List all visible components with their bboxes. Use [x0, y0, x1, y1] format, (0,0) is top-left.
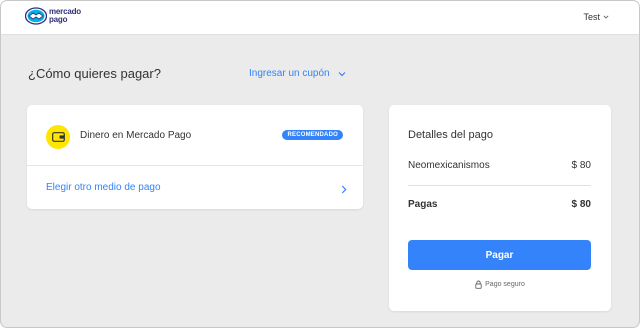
coupon-link[interactable]: Ingresar un cupón	[249, 68, 346, 79]
wallet-icon	[51, 132, 65, 142]
secure-payment-label: Pago seguro	[485, 281, 525, 288]
logo-wordmark: mercado pago	[49, 8, 81, 24]
lock-icon	[475, 280, 482, 289]
chevron-down-icon	[338, 71, 346, 76]
item-amount: $ 80	[571, 160, 591, 171]
total-amount: $ 80	[571, 199, 591, 210]
payment-methods-card: Dinero en Mercado Pago RECOMENDADO Elegi…	[27, 105, 363, 209]
top-navigation-bar: mercado pago Test	[1, 1, 639, 35]
browser-frame: mercado pago Test ¿Cómo quieres pagar? I…	[0, 0, 640, 328]
payment-summary-card: Detalles del pago Neomexicanismos $ 80 P…	[389, 105, 611, 311]
coupon-link-label: Ingresar un cupón	[249, 68, 330, 79]
logo-text-line2: pago	[49, 15, 68, 24]
user-name: Test	[583, 12, 600, 22]
recommended-badge: RECOMENDADO	[282, 130, 343, 140]
total-label: Pagas	[408, 199, 438, 210]
payment-option-account-money[interactable]: Dinero en Mercado Pago RECOMENDADO	[27, 105, 363, 166]
user-menu[interactable]: Test	[583, 12, 609, 22]
other-payment-method-option[interactable]: Elegir otro medio de pago	[27, 166, 363, 209]
wallet-icon-badge	[46, 125, 70, 149]
summary-divider	[408, 185, 591, 186]
page-title: ¿Cómo quieres pagar?	[28, 66, 161, 81]
item-name: Neomexicanismos	[408, 160, 490, 171]
summary-title: Detalles del pago	[408, 129, 494, 141]
chevron-down-icon	[603, 15, 609, 19]
pay-button[interactable]: Pagar	[408, 240, 591, 270]
chevron-right-icon	[341, 185, 347, 194]
other-payment-method-label: Elegir otro medio de pago	[46, 182, 161, 193]
handshake-logo-icon	[25, 7, 47, 25]
mercado-pago-logo[interactable]: mercado pago	[25, 7, 81, 25]
secure-payment-note: Pago seguro	[389, 280, 611, 289]
account-money-label: Dinero en Mercado Pago	[80, 130, 192, 141]
